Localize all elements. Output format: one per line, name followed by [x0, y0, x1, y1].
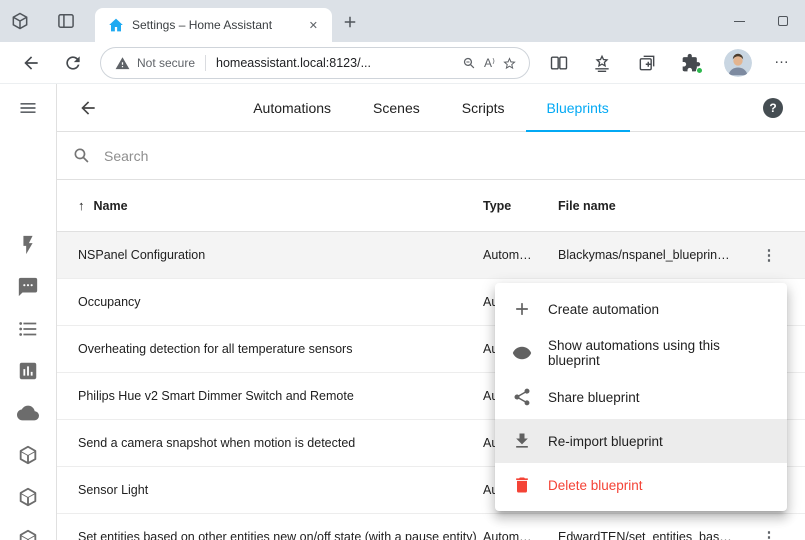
- menu-item-create-automation[interactable]: Create automation: [495, 287, 787, 331]
- ha-sidebar: [0, 84, 57, 540]
- menu-item-reimport-blueprint[interactable]: Re-import blueprint: [495, 419, 787, 463]
- ha-back-icon[interactable]: [78, 98, 98, 118]
- address-bar[interactable]: Not secure homeassistant.local:8123/... …: [100, 47, 530, 79]
- row-file: Blackymas/nspanel_blueprin…: [558, 248, 757, 262]
- row-overflow-menu-icon[interactable]: ⋮: [757, 246, 781, 264]
- column-header-type[interactable]: Type: [483, 199, 558, 213]
- url-text[interactable]: homeassistant.local:8123/...: [216, 56, 455, 70]
- read-aloud-icon[interactable]: A⁾: [484, 56, 495, 70]
- browser-essentials-icon[interactable]: [681, 53, 701, 73]
- vertical-tabs-icon[interactable]: [56, 11, 76, 31]
- menu-hamburger-icon[interactable]: [18, 98, 38, 118]
- eye-icon: [512, 343, 532, 363]
- row-type: Autom…: [483, 530, 558, 540]
- browser-titlebar: Settings – Home Assistant ✕: [0, 0, 805, 42]
- row-name: Set entities based on other entities new…: [78, 530, 483, 540]
- sidebar-history-icon[interactable]: [17, 360, 39, 382]
- row-name: NSPanel Configuration: [78, 248, 483, 262]
- sidebar-cloud-icon[interactable]: [17, 402, 39, 424]
- row-name: Sensor Light: [78, 483, 483, 497]
- search-input[interactable]: [104, 148, 424, 164]
- tab-scripts[interactable]: Scripts: [441, 84, 526, 132]
- sidebar-package-icon-2[interactable]: [17, 486, 39, 508]
- trash-icon: [512, 475, 532, 495]
- sidebar-assist-chat-icon[interactable]: [17, 276, 39, 298]
- favorite-star-icon[interactable]: [502, 56, 517, 71]
- row-name: Send a camera snapshot when motion is de…: [78, 436, 483, 450]
- tab-blueprints[interactable]: Blueprints: [526, 84, 630, 132]
- browser-window: Settings – Home Assistant ✕ Not secure h…: [0, 0, 805, 540]
- menu-item-label: Share blueprint: [548, 390, 640, 405]
- home-assistant-favicon: [108, 17, 124, 33]
- row-type: Autom…: [483, 248, 558, 262]
- zoom-out-icon[interactable]: [462, 56, 477, 71]
- menu-item-label: Show automations using this blueprint: [548, 338, 771, 368]
- menu-item-show-automations[interactable]: Show automations using this blueprint: [495, 331, 787, 375]
- search-bar: [57, 132, 805, 180]
- sidebar-logbook-icon[interactable]: [17, 318, 39, 340]
- back-icon[interactable]: [21, 53, 41, 73]
- table-header-row: ↑ Name Type File name: [57, 180, 805, 232]
- favorites-icon[interactable]: [592, 53, 612, 73]
- sidebar-package-icon-3[interactable]: [17, 528, 39, 540]
- share-icon: [512, 387, 532, 407]
- menu-item-delete-blueprint[interactable]: Delete blueprint: [495, 463, 787, 507]
- workspaces-icon[interactable]: [10, 11, 30, 31]
- essentials-status-dot: [696, 67, 703, 74]
- minimize-button[interactable]: [717, 6, 761, 36]
- table-row[interactable]: NSPanel Configuration Autom… Blackymas/n…: [57, 232, 805, 279]
- row-file: EdwardTEN/set_entities_bas…: [558, 530, 757, 540]
- split-screen-icon[interactable]: [549, 53, 569, 73]
- browser-navbar: Not secure homeassistant.local:8123/... …: [0, 42, 805, 84]
- settings-more-icon[interactable]: …: [774, 50, 790, 67]
- profile-avatar[interactable]: [724, 49, 752, 77]
- tab-automations[interactable]: Automations: [232, 84, 352, 132]
- row-name: Overheating detection for all temperatur…: [78, 342, 483, 356]
- tab-close-icon[interactable]: ✕: [305, 17, 322, 34]
- browser-tab[interactable]: Settings – Home Assistant ✕: [95, 8, 332, 42]
- table-row[interactable]: Set entities based on other entities new…: [57, 514, 805, 540]
- sidebar-energy-icon[interactable]: [17, 234, 39, 256]
- menu-item-label: Delete blueprint: [548, 478, 643, 493]
- sort-ascending-icon[interactable]: ↑: [78, 198, 85, 213]
- download-icon: [512, 431, 532, 451]
- address-divider: [205, 55, 206, 71]
- sidebar-package-icon-1[interactable]: [17, 444, 39, 466]
- menu-item-label: Create automation: [548, 302, 659, 317]
- row-name: Occupancy: [78, 295, 483, 309]
- not-secure-warning-icon: [115, 56, 130, 71]
- tab-title: Settings – Home Assistant: [132, 18, 305, 32]
- security-label[interactable]: Not secure: [137, 56, 195, 70]
- maximize-button[interactable]: [761, 6, 805, 36]
- column-header-name[interactable]: Name: [94, 199, 128, 213]
- search-icon: [72, 146, 92, 166]
- menu-item-share-blueprint[interactable]: Share blueprint: [495, 375, 787, 419]
- blueprint-context-menu: Create automation Show automations using…: [495, 283, 787, 511]
- help-icon[interactable]: ?: [763, 98, 783, 118]
- row-overflow-menu-icon[interactable]: ⋮: [757, 528, 781, 540]
- new-tab-icon[interactable]: [341, 13, 359, 31]
- ha-header: Automations Scenes Scripts Blueprints ?: [57, 84, 805, 132]
- menu-item-label: Re-import blueprint: [548, 434, 663, 449]
- refresh-icon[interactable]: [63, 53, 83, 73]
- column-header-file[interactable]: File name: [558, 199, 757, 213]
- row-name: Philips Hue v2 Smart Dimmer Switch and R…: [78, 389, 483, 403]
- window-controls: [717, 0, 805, 42]
- collections-icon[interactable]: [637, 53, 657, 73]
- tab-scenes[interactable]: Scenes: [352, 84, 441, 132]
- ha-tab-bar: Automations Scenes Scripts Blueprints: [117, 84, 745, 132]
- plus-icon: [512, 299, 532, 319]
